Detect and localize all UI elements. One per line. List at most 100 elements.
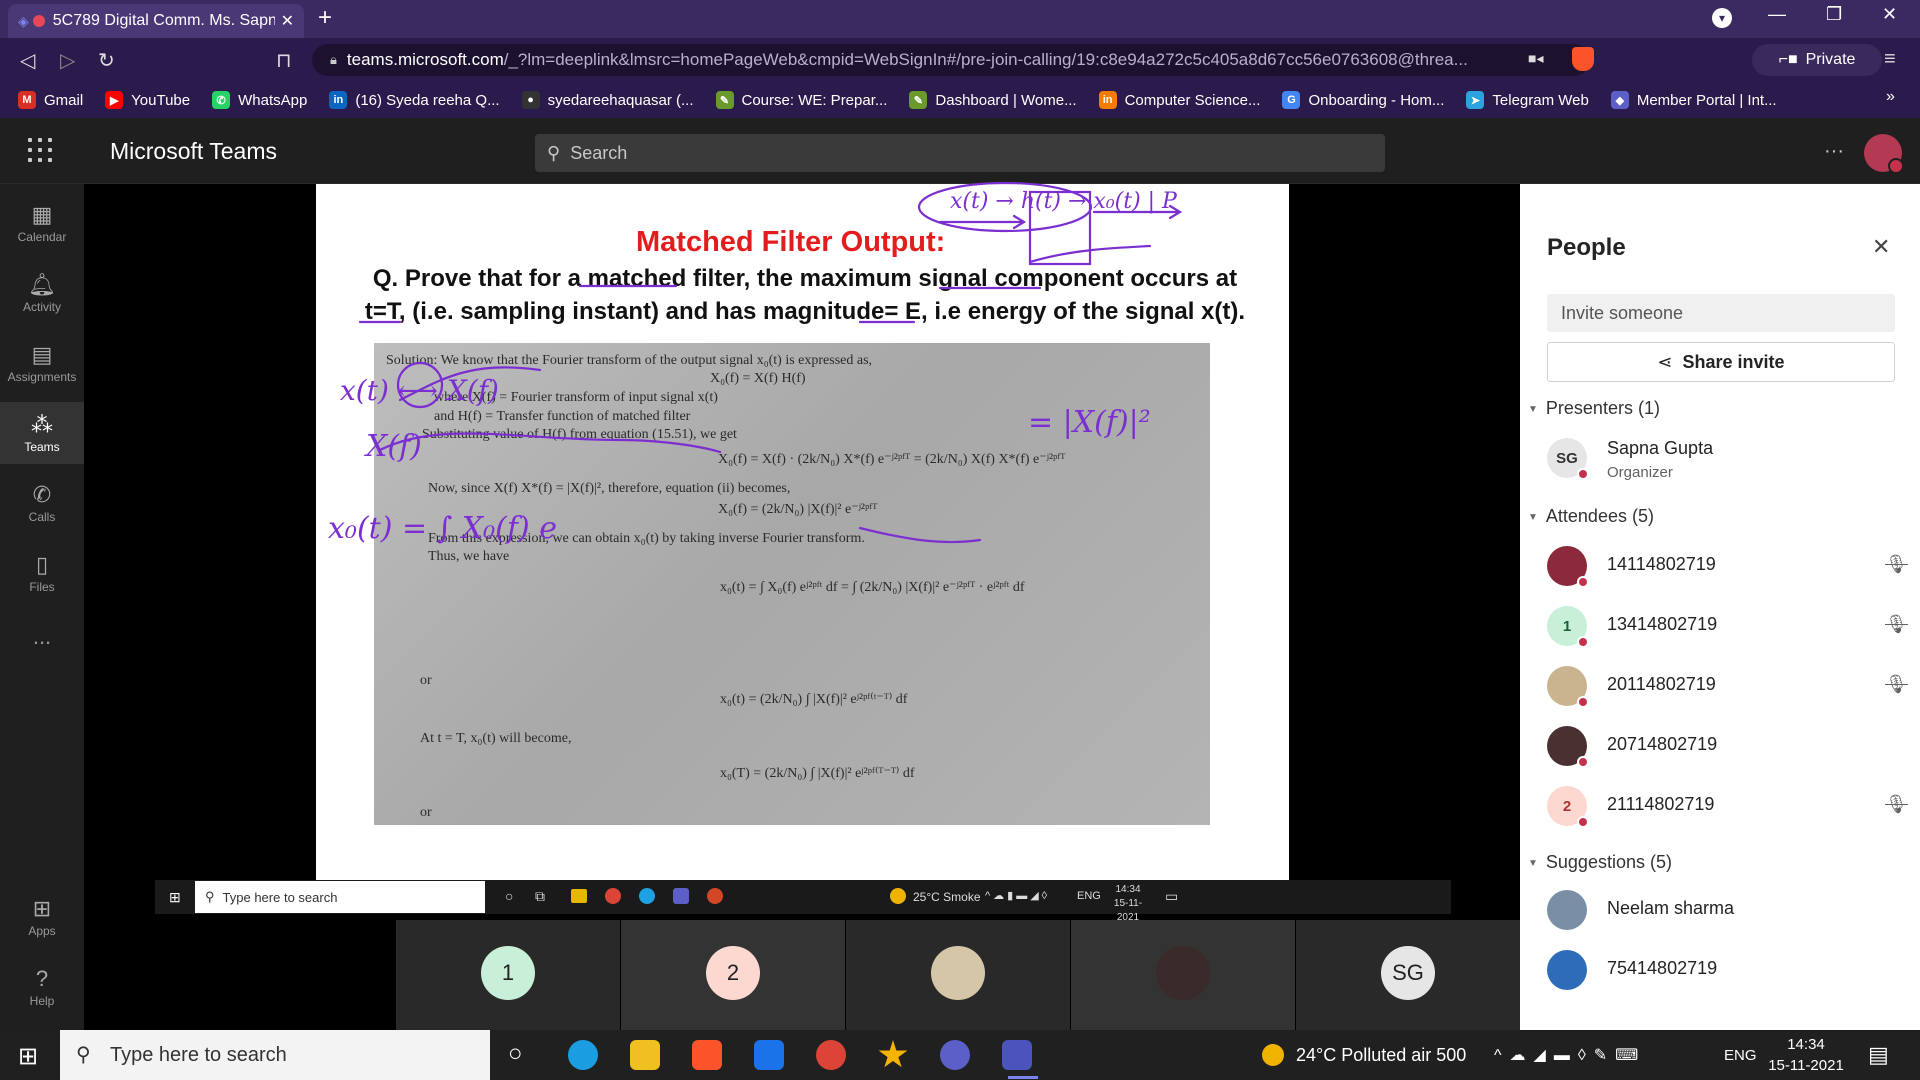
presenters-header[interactable]: ▼ Presenters (1) [1528,398,1660,419]
participant-row[interactable]: Neelam sharma [1547,886,1907,936]
private-label: Private [1805,51,1856,68]
taskbar-search[interactable]: ⚲ Type here to search [60,1030,490,1080]
participant-row[interactable]: 2 21114802719 🎙︎ [1547,782,1908,832]
participant-tile[interactable] [1071,920,1295,1030]
bell-icon: 🔔︎ [28,272,56,297]
rail-item-calls[interactable]: ✆ Calls [0,472,84,534]
participant-name: Neelam sharma [1607,898,1735,918]
os-taskbar: ⊞ ⚲ Type here to search ○ 24°C Polluted … [0,1030,1920,1080]
rail-item-activity[interactable]: 🔔︎ Activity [0,262,84,324]
share-invite-button[interactable]: ⋖ Share invite [1547,342,1895,382]
bookmark-label: WhatsApp [238,91,308,109]
bookmark-item[interactable]: ✎ Course: WE: Prepar... [715,91,887,109]
new-tab-icon[interactable]: + [318,4,332,32]
bookmark-item[interactable]: ◆ Member Portal | Int... [1610,91,1777,109]
participant-tile[interactable]: 1 [396,920,620,1030]
weather-widget[interactable]: 24°C Polluted air 500 [1262,1030,1466,1080]
bookmark-favicon-icon: ◆ [1610,91,1629,109]
participant-row[interactable]: 75414802719 [1547,946,1907,996]
chrome-taskbar-icon[interactable] [816,1040,846,1070]
chrome-icon [605,888,621,904]
reload-icon[interactable]: ↻ [98,48,115,73]
invite-input[interactable]: Invite someone [1547,294,1895,332]
bookmark-favicon-icon: M [18,91,36,109]
bookmark-item[interactable]: in Computer Science... [1098,91,1260,109]
start-icon[interactable]: ⊞ [18,1042,38,1071]
edge-taskbar-icon[interactable] [568,1040,598,1070]
bookmark-icon[interactable]: ⊓ [276,48,292,73]
avatar: SG [1547,438,1589,480]
system-tray-icons[interactable]: ^☁◢▬◊✎⌨ [1494,1030,1646,1080]
private-window-badge[interactable]: ⌐■ Private [1752,44,1882,76]
bookmark-item[interactable]: ✆ WhatsApp [212,91,307,109]
photo-text-line: where X(f) = Fourier transform of input … [434,390,718,405]
bookmark-item[interactable]: ✎ Dashboard | Wome... [909,91,1077,109]
close-tab-icon[interactable]: ✕ [281,11,294,31]
forward-icon[interactable]: ▷ [60,48,75,73]
people-panel: People ✕ Invite someone ⋖ Share invite ▼… [1520,184,1920,1030]
bookmark-item[interactable]: G Onboarding - Hom... [1282,91,1444,109]
bookmark-label: (16) Syeda reeha Q... [355,91,500,109]
rail-item-teams[interactable]: ⁂ Teams [0,402,84,464]
close-panel-icon[interactable]: ✕ [1872,234,1890,260]
url-field[interactable]: 🔒︎ teams.microsoft.com/_?lm=deeplink&lms… [312,44,1590,76]
presenters-header-label: Presenters (1) [1545,398,1660,418]
suggestions-header-label: Suggestions (5) [1545,852,1672,872]
photo-text-line: Thus, we have [428,549,510,564]
browser-tab[interactable]: ◈ 5C789 Digital Comm. Ms. Sapn ✕ [8,4,304,38]
rail-item-calendar[interactable]: ▦ Calendar [0,192,84,254]
close-window-icon[interactable]: ✕ [1882,4,1897,25]
participant-name: 75414802719 [1607,958,1718,978]
participant-tile[interactable] [846,920,1070,1030]
lock-icon: 🔒︎ [330,52,337,67]
teams-taskbar-icon[interactable] [940,1040,970,1070]
participant-row[interactable]: 1 13414802719 🎙︎ [1547,602,1908,652]
rail-item-help[interactable]: ? Help [0,964,84,1026]
participant-tile[interactable]: 2 [621,920,845,1030]
participant-row[interactable]: 20714802719 [1547,722,1907,772]
bookmark-item[interactable]: ● syedareehaquasar (... [521,91,694,109]
camera-icon[interactable]: ■◂ [1528,50,1543,67]
bookmark-item[interactable]: ➤ Telegram Web [1466,91,1589,109]
avatar [1547,950,1587,990]
cortana-circle-icon[interactable]: ○ [508,1040,523,1068]
rail-item-apps[interactable]: ⊞ Apps [0,894,84,956]
search-input[interactable]: ⚲ Search [535,134,1385,172]
avatar[interactable] [1864,134,1904,174]
attendees-header[interactable]: ▼ Attendees (5) [1528,506,1654,527]
back-icon[interactable]: ◁ [20,48,35,73]
participant-row[interactable]: SG Sapna Gupta Organizer [1547,434,1907,484]
taskbar-clock[interactable]: 14:34 15-11-2021 [1766,1034,1846,1076]
mail-taskbar-icon[interactable] [754,1040,784,1070]
avatar-initials: SG [1556,449,1578,467]
restore-icon[interactable]: ❐ [1826,4,1842,25]
notifications-icon[interactable]: ▤ [1868,1042,1889,1068]
app-launcher-icon[interactable] [28,138,52,162]
bookmark-item[interactable]: M Gmail [18,91,83,109]
participant-row[interactable]: 20114802719 🎙︎ [1547,662,1908,712]
language-indicator[interactable]: ENG [1724,1030,1757,1080]
more-options-icon[interactable]: ··· [1824,140,1844,163]
rail-item-files[interactable]: ▯ Files [0,542,84,604]
explorer-taskbar-icon[interactable] [630,1040,660,1070]
photo-text-line: Substituting value of H(f) from equation… [422,427,737,442]
bookmark-item[interactable]: in (16) Syeda reeha Q... [329,91,500,109]
more-bookmarks-icon[interactable]: » [1886,88,1895,106]
taskbar-time: 14:34 [1787,1036,1825,1053]
menu-icon[interactable]: ≡ [1884,48,1896,71]
rail-more-icon[interactable]: ... [0,624,84,654]
participant-photo-avatar [1156,946,1210,1000]
brave-taskbar-icon[interactable] [692,1040,722,1070]
brave-shield-icon[interactable] [1572,47,1594,71]
star-taskbar-icon[interactable] [878,1040,908,1068]
avatar: 2 [1547,786,1589,828]
tab-search-icon[interactable]: ▾ [1712,8,1732,28]
minimize-icon[interactable]: — [1768,4,1786,25]
powerpoint-icon [707,888,723,904]
participant-row[interactable]: 14114802719 🎙︎ [1547,542,1908,592]
teams-classic-taskbar-icon[interactable] [1002,1040,1032,1070]
participant-tile[interactable]: SG [1296,920,1520,1030]
bookmark-item[interactable]: ▶ YouTube [105,91,190,109]
rail-item-assignments[interactable]: ▤ Assignments [0,332,84,394]
suggestions-header[interactable]: ▼ Suggestions (5) [1528,852,1672,873]
